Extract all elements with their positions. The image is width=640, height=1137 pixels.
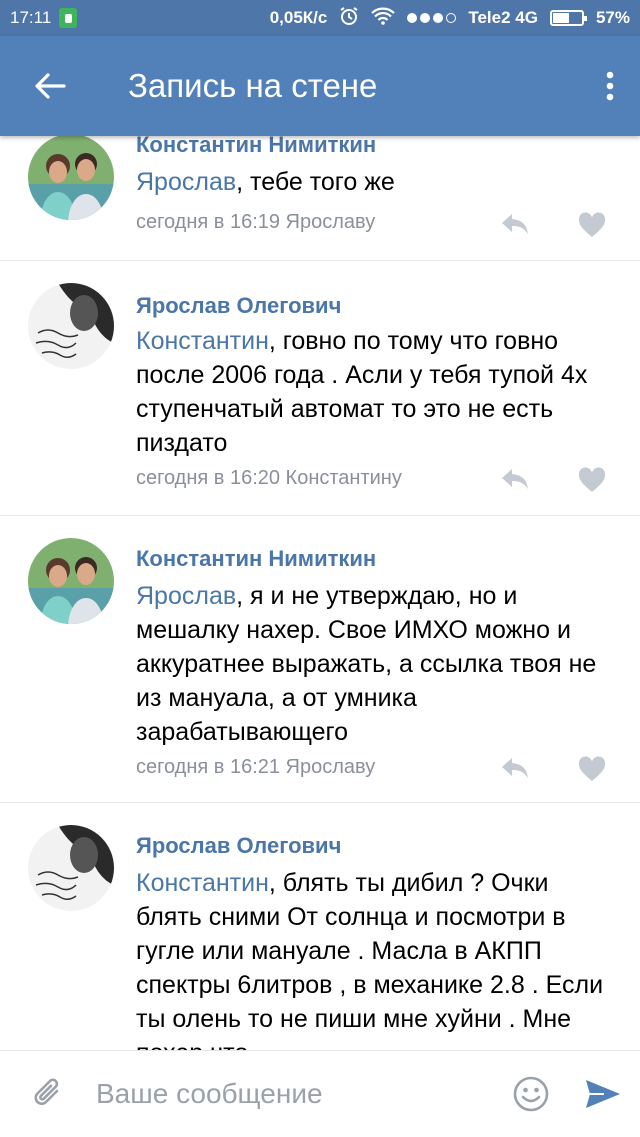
mention-link[interactable]: Константин xyxy=(136,869,269,897)
mention-link[interactable]: Ярослав xyxy=(136,168,236,196)
attach-button[interactable] xyxy=(0,1051,96,1137)
comment-text: Ярослав, тебе того же xyxy=(136,168,395,196)
comment-text: Константин, говно по тому что говно посл… xyxy=(136,327,588,457)
more-vertical-icon xyxy=(606,71,614,101)
avatar[interactable] xyxy=(28,538,114,624)
emoji-button[interactable] xyxy=(496,1051,566,1137)
mention-link[interactable]: Константин xyxy=(136,327,269,355)
send-button[interactable] xyxy=(566,1051,640,1137)
carrier-label: Tele2 4G xyxy=(468,8,538,27)
comments-feed[interactable]: Константин Нимиткин Ярослав, тебе того ж… xyxy=(0,136,640,1050)
comment-item: Ярослав Олегович Константин, говно по то… xyxy=(0,261,640,516)
back-button[interactable] xyxy=(0,36,100,136)
comment-text: Ярослав, я и не утверждаю, но и мешалку … xyxy=(136,582,597,746)
battery-icon xyxy=(549,10,587,26)
alarm-icon xyxy=(339,6,359,31)
message-input[interactable] xyxy=(96,1078,496,1110)
comment-author[interactable]: Константин Нимиткин xyxy=(136,546,376,572)
signal-icon xyxy=(407,13,457,23)
comment-author[interactable]: Ярослав Олегович xyxy=(136,833,341,859)
paperclip-icon xyxy=(34,1078,59,1105)
avatar[interactable] xyxy=(28,136,114,220)
comment-text: Константин, блять ты дибил ? Очки блять … xyxy=(136,869,604,1050)
comment-author[interactable]: Константин Нимиткин xyxy=(136,136,376,158)
reply-icon[interactable] xyxy=(500,756,530,780)
status-bar: 17:11 0,05К/с Tele2 4G 57% xyxy=(0,0,640,36)
heart-icon[interactable] xyxy=(578,756,606,782)
comment-item: Константин Нимиткин Ярослав, я и не утве… xyxy=(0,516,640,803)
page-title: Запись на стене xyxy=(128,67,378,104)
battery-percent: 57% xyxy=(595,8,630,27)
comment-meta: сегодня в 16:20 Константину xyxy=(136,467,402,489)
comment-item: Константин Нимиткин Ярослав, тебе того ж… xyxy=(0,136,640,261)
mention-link[interactable]: Ярослав xyxy=(136,582,236,610)
send-icon xyxy=(586,1080,620,1108)
comment-meta: сегодня в 16:19 Ярославу xyxy=(136,211,376,233)
comment-meta: сегодня в 16:21 Ярославу xyxy=(136,756,376,778)
status-time: 17:11 xyxy=(10,8,52,27)
heart-icon[interactable] xyxy=(578,467,606,493)
wifi-icon xyxy=(371,7,396,30)
more-menu-button[interactable] xyxy=(580,36,640,136)
smiley-icon xyxy=(513,1076,549,1112)
comment-item: Ярослав Олегович Константин, блять ты ди… xyxy=(0,803,640,1050)
avatar[interactable] xyxy=(28,283,114,369)
comment-author[interactable]: Ярослав Олегович xyxy=(136,293,341,319)
reply-icon[interactable] xyxy=(500,212,530,236)
heart-icon[interactable] xyxy=(578,212,606,238)
message-composer xyxy=(0,1050,640,1137)
shield-icon xyxy=(59,8,78,28)
arrow-back-icon xyxy=(35,73,66,99)
network-speed: 0,05К/с xyxy=(269,8,328,27)
app-bar: Запись на стене xyxy=(0,36,640,136)
reply-icon[interactable] xyxy=(500,467,530,491)
avatar[interactable] xyxy=(28,825,114,911)
